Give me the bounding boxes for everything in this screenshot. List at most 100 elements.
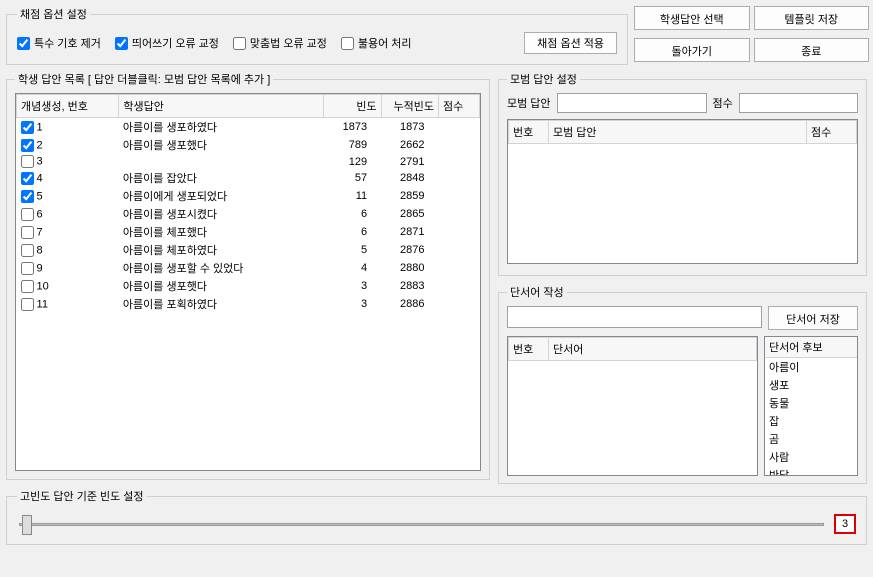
model-answer-table: 번호 모범 답안 점수 [508, 120, 857, 144]
save-template-button[interactable]: 템플릿 저장 [754, 6, 870, 30]
row-score [439, 259, 480, 277]
row-cum: 2871 [381, 223, 438, 241]
student-answer-list-fieldset: 학생 답안 목록 [ 답안 더블클릭: 모범 답안 목록에 추가 ] 개념생성,… [6, 71, 490, 480]
save-clue-button[interactable]: 단서어 저장 [768, 306, 858, 330]
header-freq[interactable]: 빈도 [324, 95, 381, 118]
model-header-num[interactable]: 번호 [509, 121, 549, 144]
table-row[interactable]: 9아름이를 생포할 수 있었다42880 [17, 259, 480, 277]
row-freq: 789 [324, 136, 381, 154]
row-checkbox[interactable] [21, 298, 34, 311]
model-answer-table-container[interactable]: 번호 모범 답안 점수 [507, 119, 858, 264]
row-score [439, 223, 480, 241]
candidate-item[interactable]: 곰 [765, 430, 857, 448]
row-checkbox[interactable] [21, 155, 34, 168]
header-cum-freq[interactable]: 누적빈도 [381, 95, 438, 118]
clue-word-input[interactable] [507, 306, 762, 328]
fix-spacing-checkbox[interactable] [115, 37, 128, 50]
apply-scoring-button[interactable]: 채점 옵션 적용 [524, 32, 617, 54]
row-checkbox[interactable] [21, 190, 34, 203]
table-row[interactable]: 2아름이를 생포했다7892662 [17, 136, 480, 154]
row-answer: 아름이에게 생포되었다 [119, 187, 324, 205]
freq-slider[interactable] [19, 514, 824, 534]
table-row[interactable]: 6아름이를 생포시켰다62865 [17, 205, 480, 223]
model-header-answer[interactable]: 모범 답안 [549, 121, 807, 144]
row-checkbox[interactable] [21, 208, 34, 221]
table-row[interactable]: 8아름이를 체포하였다52876 [17, 241, 480, 259]
freq-setting-fieldset: 고빈도 답안 기준 빈도 설정 3 [6, 488, 867, 545]
header-gen-num[interactable]: 개념생성, 번호 [17, 95, 119, 118]
score-label: 점수 [713, 95, 733, 111]
row-checkbox[interactable] [21, 172, 34, 185]
model-answer-label: 모범 답안 [507, 95, 551, 111]
row-cum: 2883 [381, 277, 438, 295]
table-row[interactable]: 1아름이를 생포하였다18731873 [17, 118, 480, 137]
table-row[interactable]: 4아름이를 잡았다572848 [17, 169, 480, 187]
row-checkbox[interactable] [21, 121, 34, 134]
candidate-item[interactable]: 생포 [765, 376, 857, 394]
table-row[interactable]: 10아름이를 생포햇다32883 [17, 277, 480, 295]
row-checkbox[interactable] [21, 280, 34, 293]
candidate-list[interactable]: 단서어 후보 아름이생포동물잡곰사람반달추적 [764, 336, 858, 476]
clue-legend: 단서어 작성 [507, 284, 567, 300]
freq-value-display: 3 [834, 514, 856, 534]
row-checkbox[interactable] [21, 139, 34, 152]
table-row[interactable]: 7아름이를 체포했다62871 [17, 223, 480, 241]
row-freq: 6 [324, 205, 381, 223]
model-header-score[interactable]: 점수 [807, 121, 857, 144]
fix-spelling-checkbox[interactable] [233, 37, 246, 50]
row-checkbox[interactable] [21, 262, 34, 275]
model-answer-legend: 모범 답안 설정 [507, 71, 580, 87]
clue-header-num[interactable]: 번호 [509, 338, 549, 361]
row-freq: 1873 [324, 118, 381, 137]
exit-button[interactable]: 종료 [754, 38, 870, 62]
score-input[interactable] [739, 93, 858, 113]
candidate-item[interactable]: 아름이 [765, 358, 857, 376]
select-student-answer-button[interactable]: 학생답안 선택 [634, 6, 750, 30]
candidate-item[interactable]: 반달 [765, 466, 857, 476]
fix-stopword-check[interactable]: 불용어 처리 [341, 35, 412, 51]
row-checkbox[interactable] [21, 244, 34, 257]
candidate-item[interactable]: 잡 [765, 412, 857, 430]
row-answer: 아름이를 생포햇다 [119, 277, 324, 295]
row-cum: 2662 [381, 136, 438, 154]
row-cum: 2859 [381, 187, 438, 205]
row-answer: 아름이를 체포하였다 [119, 241, 324, 259]
row-cum: 2791 [381, 154, 438, 169]
student-answer-table: 개념생성, 번호 학생답안 빈도 누적빈도 점수 1아름이를 생포하였다1873… [16, 94, 480, 313]
row-score [439, 118, 480, 137]
fix-stopword-checkbox[interactable] [341, 37, 354, 50]
row-freq: 3 [324, 277, 381, 295]
table-row[interactable]: 31292791 [17, 154, 480, 169]
row-freq: 6 [324, 223, 381, 241]
student-answer-table-container[interactable]: 개념생성, 번호 학생답안 빈도 누적빈도 점수 1아름이를 생포하였다1873… [15, 93, 481, 471]
row-freq: 4 [324, 259, 381, 277]
header-score[interactable]: 점수 [439, 95, 480, 118]
go-back-button[interactable]: 돌아가기 [634, 38, 750, 62]
table-row[interactable]: 5아름이에게 생포되었다112859 [17, 187, 480, 205]
header-answer[interactable]: 학생답안 [119, 95, 324, 118]
clue-table-container[interactable]: 번호 단서어 [507, 336, 758, 476]
model-answer-input[interactable] [557, 93, 707, 113]
student-list-legend: 학생 답안 목록 [ 답안 더블클릭: 모범 답안 목록에 추가 ] [15, 71, 273, 87]
row-cum: 2880 [381, 259, 438, 277]
fix-spacing-check[interactable]: 띄어쓰기 오류 교정 [115, 35, 219, 51]
fix-spelling-check[interactable]: 맞춤법 오류 교정 [233, 35, 327, 51]
row-score [439, 205, 480, 223]
row-answer: 아름이를 생포시켰다 [119, 205, 324, 223]
row-freq: 3 [324, 295, 381, 313]
row-checkbox[interactable] [21, 226, 34, 239]
row-score [439, 136, 480, 154]
row-cum: 2886 [381, 295, 438, 313]
row-freq: 129 [324, 154, 381, 169]
clue-header-word[interactable]: 단서어 [549, 338, 757, 361]
remove-special-checkbox[interactable] [17, 37, 30, 50]
row-cum: 2876 [381, 241, 438, 259]
table-row[interactable]: 11아름이를 포획하였다32886 [17, 295, 480, 313]
remove-special-check[interactable]: 특수 기호 제거 [17, 35, 101, 51]
candidate-item[interactable]: 동물 [765, 394, 857, 412]
row-answer: 아름이를 생포하였다 [119, 118, 324, 137]
row-cum: 2848 [381, 169, 438, 187]
candidate-item[interactable]: 사람 [765, 448, 857, 466]
freq-legend: 고빈도 답안 기준 빈도 설정 [17, 488, 147, 504]
clue-table: 번호 단서어 [508, 337, 757, 361]
